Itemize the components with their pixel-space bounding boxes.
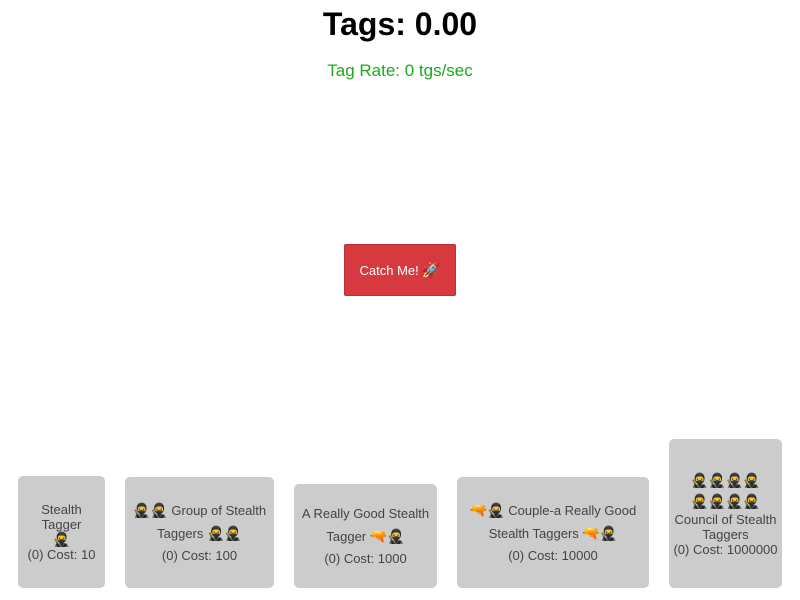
ninja-icon: 🥷🥷	[132, 501, 168, 518]
upgrade-group-of-stealth-taggers[interactable]: 🥷🥷 Group of Stealth Taggers 🥷🥷 (0) Cost:…	[125, 477, 274, 588]
upgrade-name: Council of Stealth Taggers	[674, 512, 777, 542]
water-gun-ninja-icon: 🔫🥷	[369, 527, 405, 544]
water-gun-ninja-icon: 🔫🥷	[582, 524, 618, 541]
rocket-icon: 🚀	[421, 262, 441, 279]
upgrade-council-of-stealth-taggers[interactable]: 🥷🥷🥷🥷🥷🥷🥷🥷 Council of Stealth Taggers (0) …	[669, 439, 782, 588]
upgrade-cost: (0) Cost: 1000000	[673, 542, 778, 557]
tag-rate: Tag Rate: 0 tgs/sec	[327, 61, 473, 80]
water-gun-ninja-icon: 🔫🥷	[469, 501, 505, 518]
game-page: Tags: 0.00 Tag Rate: 0 tgs/sec Catch Me!…	[0, 0, 800, 600]
tag-counter: Tags: 0.00	[322, 6, 478, 42]
upgrade-stealth-tagger[interactable]: Stealth Tagger 🥷 (0) Cost: 10	[18, 476, 105, 588]
ninja-group-icon: 🥷🥷🥷🥷🥷🥷🥷🥷	[690, 472, 761, 509]
catch-me-label: Catch Me!	[359, 262, 419, 278]
catch-me-button[interactable]: Catch Me! 🚀	[344, 244, 456, 296]
upgrade-cost: (0) Cost: 10	[27, 547, 96, 562]
upgrade-name: A Really Good Stealth Tagger	[301, 505, 430, 544]
ninja-icon: 🥷🥷	[207, 524, 242, 541]
upgrade-cost: (0) Cost: 10000	[508, 547, 598, 563]
upgrade-couple-a-really-good-stealth-taggers[interactable]: 🔫🥷 Couple-a Really Good Stealth Taggers …	[457, 477, 649, 588]
upgrade-cost: (0) Cost: 1000	[324, 550, 407, 566]
ninja-icon: 🥷	[52, 531, 71, 547]
upgrade-cost: (0) Cost: 100	[161, 547, 238, 563]
upgrade-name: Stealth Tagger	[41, 502, 82, 532]
upgrade-really-good-stealth-tagger[interactable]: A Really Good Stealth Tagger 🔫🥷 (0) Cost…	[294, 484, 437, 588]
